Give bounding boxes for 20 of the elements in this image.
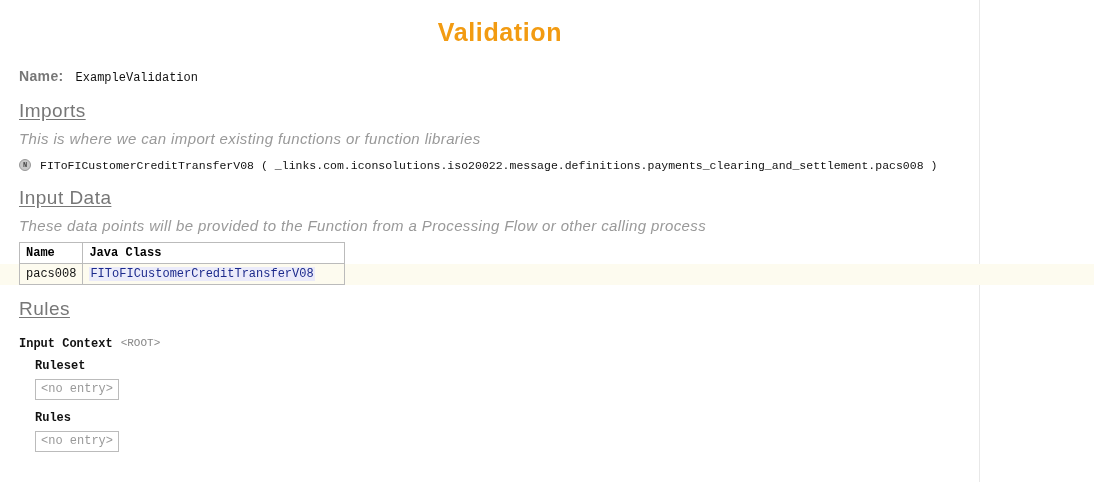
name-label: Name: bbox=[19, 66, 64, 86]
close-paren: ) bbox=[930, 157, 938, 174]
section-description: These data points will be provided to the Function from a Processing Flow or other calling process bbox=[19, 216, 708, 237]
context-value: <ROOT> bbox=[120, 336, 161, 352]
name-value[interactable]: ExampleValidation bbox=[75, 68, 198, 87]
column-header: Java Class bbox=[82, 242, 345, 264]
column-header: Name bbox=[19, 242, 83, 264]
section-description: This is where we can import existing functions or function libraries bbox=[19, 129, 482, 149]
import-path[interactable]: _links.com.iconsolutions.iso20022.message.definitions.payments_clearing_and_settlement.pacs008 bbox=[274, 156, 924, 174]
section-heading: Imports bbox=[19, 98, 86, 123]
group-label: Rules bbox=[35, 410, 72, 428]
group-label: Ruleset bbox=[35, 358, 87, 376]
table-cell: pacs008 bbox=[19, 263, 83, 285]
import-name[interactable]: FIToFICustomerCreditTransferV08 bbox=[40, 156, 254, 174]
open-paren: ( bbox=[260, 157, 268, 174]
page-title: Validation bbox=[437, 17, 563, 48]
section-heading: Input Data bbox=[19, 185, 112, 210]
table-cell: FIToFICustomerCreditTransferV08 bbox=[82, 263, 345, 285]
section-heading: Rules bbox=[19, 296, 70, 321]
context-label: Input Context bbox=[19, 336, 113, 354]
